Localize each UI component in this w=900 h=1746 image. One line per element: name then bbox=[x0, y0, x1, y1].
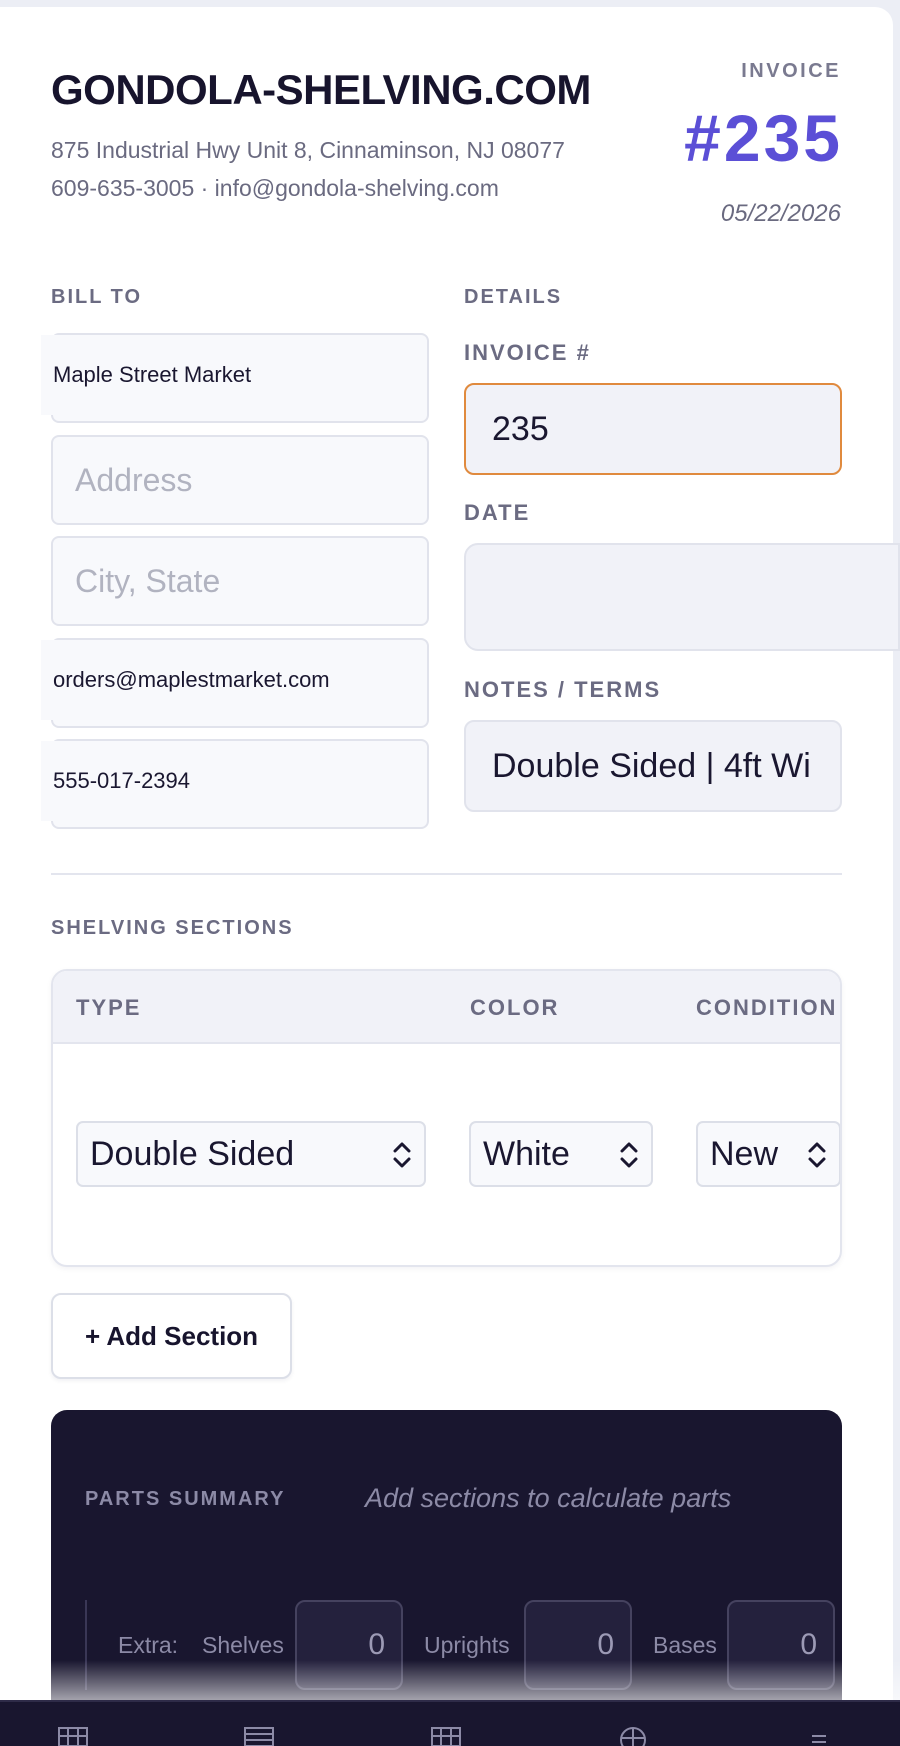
grid-icon[interactable] bbox=[58, 1724, 88, 1746]
invoice-date: 05/22/2026 bbox=[720, 200, 841, 227]
invoice-number: #235 bbox=[684, 101, 843, 175]
company-address: 875 Industrial Hwy Unit 8, Cinnaminson, … bbox=[51, 137, 565, 163]
sections-table: TYPE COLOR CONDITION Double Sided White … bbox=[51, 969, 842, 1267]
color-select[interactable]: White bbox=[469, 1121, 653, 1187]
invoice-no-value: 235 bbox=[492, 409, 549, 448]
notes-input[interactable]: Double Sided | 4ft Wi bbox=[464, 720, 842, 812]
address-placeholder: Address bbox=[75, 461, 193, 498]
shelves-input[interactable]: 0 bbox=[295, 1600, 403, 1690]
notes-label: NOTES / TERMS bbox=[464, 677, 662, 702]
phone-field[interactable]: 555-017-2394 bbox=[41, 739, 429, 829]
parts-summary-label: PARTS SUMMARY bbox=[85, 1488, 286, 1510]
uprights-label: Uprights bbox=[424, 1632, 510, 1658]
chevron-updown-icon bbox=[808, 1142, 826, 1168]
client-name-field[interactable]: Maple Street Market bbox=[41, 333, 429, 423]
grid-icon[interactable] bbox=[431, 1724, 461, 1746]
globe-icon[interactable] bbox=[618, 1724, 648, 1746]
chevron-updown-icon bbox=[393, 1142, 411, 1168]
col-type: TYPE bbox=[76, 995, 142, 1020]
extra-label: Extra: bbox=[118, 1632, 179, 1658]
notes-value: Double Sided | 4ft Wi bbox=[492, 746, 811, 785]
bases-label: Bases bbox=[653, 1632, 717, 1658]
parts-summary: PARTS SUMMARY Add sections to calculate … bbox=[51, 1410, 842, 1746]
invoice-no-input[interactable]: 235 bbox=[464, 383, 842, 475]
bottom-nav bbox=[0, 1700, 900, 1746]
company-name: GONDOLA-SHELVING.COM bbox=[51, 66, 591, 113]
chevron-updown-icon bbox=[620, 1142, 638, 1168]
col-condition: CONDITION bbox=[696, 995, 838, 1020]
invoice-no-label: INVOICE # bbox=[464, 340, 591, 365]
type-select[interactable]: Double Sided bbox=[76, 1121, 426, 1187]
bases-input[interactable]: 0 bbox=[727, 1600, 835, 1690]
city-state-field[interactable]: City, State bbox=[51, 536, 429, 626]
list-icon[interactable] bbox=[244, 1724, 274, 1746]
extra-divider bbox=[85, 1600, 87, 1690]
bill-to-label: BILL TO bbox=[51, 286, 143, 308]
uprights-input[interactable]: 0 bbox=[524, 1600, 632, 1690]
company-contact: 609-635-3005 · info@gondola-shelving.com bbox=[51, 175, 499, 201]
shelves-label: Shelves bbox=[202, 1632, 284, 1658]
date-input[interactable] bbox=[464, 543, 900, 651]
condition-value: New bbox=[710, 1134, 779, 1173]
menu-icon[interactable] bbox=[804, 1724, 834, 1746]
divider bbox=[51, 873, 842, 875]
col-color: COLOR bbox=[470, 995, 560, 1020]
address-field[interactable]: Address bbox=[51, 435, 429, 525]
sections-label: SHELVING SECTIONS bbox=[51, 917, 294, 939]
type-value: Double Sided bbox=[90, 1134, 295, 1173]
parts-summary-hint: Add sections to calculate parts bbox=[365, 1483, 732, 1513]
condition-select[interactable]: New bbox=[696, 1121, 840, 1187]
date-label: DATE bbox=[464, 500, 531, 525]
invoice-label: INVOICE bbox=[741, 60, 841, 82]
details-label: DETAILS bbox=[464, 286, 563, 308]
color-value: White bbox=[483, 1134, 570, 1173]
table-header: TYPE COLOR CONDITION bbox=[53, 971, 840, 1044]
add-section-button[interactable]: + Add Section bbox=[51, 1293, 292, 1379]
client-name-value: Maple Street Market bbox=[41, 335, 252, 415]
city-state-placeholder: City, State bbox=[75, 562, 221, 599]
phone-value: 555-017-2394 bbox=[41, 741, 191, 821]
email-field[interactable]: orders@maplestmarket.com bbox=[41, 638, 429, 728]
email-value: orders@maplestmarket.com bbox=[41, 640, 330, 720]
